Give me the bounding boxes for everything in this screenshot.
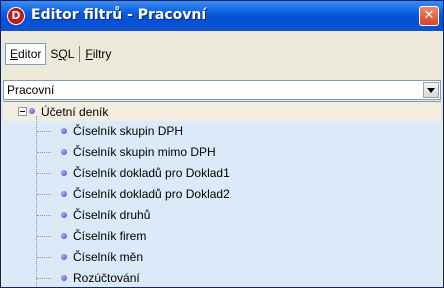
tree-node[interactable]: Rozúčtování	[73, 268, 140, 287]
title-bar[interactable]: D Editor filtrů - Pracovní ✕	[1, 1, 443, 31]
tree-node-label: Rozúčtování	[73, 271, 140, 285]
window-title: Editor filtrů - Pracovní	[31, 7, 207, 23]
tree-node[interactable]: Číselník skupin DPH	[73, 121, 183, 141]
tree-node-label: Číselník firem	[73, 229, 147, 243]
tree-branch-line	[37, 173, 51, 174]
tree-node-label: Číselník druhů	[73, 208, 151, 222]
tree-node-label: Číselník dokladů pro Doklad1	[73, 166, 230, 180]
tree-node[interactable]: Číselník dokladů pro Doklad2	[73, 184, 230, 204]
node-bullet-icon	[61, 191, 67, 197]
tree-branch-line	[37, 152, 51, 153]
dropdown-arrow-icon[interactable]	[423, 82, 439, 98]
close-button[interactable]: ✕	[419, 6, 439, 26]
node-bullet-icon	[61, 149, 67, 155]
tab-bar: Editor SQL Filtry	[5, 42, 115, 66]
tree-node[interactable]: Číselník skupin mimo DPH	[73, 142, 216, 162]
tab-sql[interactable]: SQL	[46, 43, 78, 65]
tree-branch-line	[37, 257, 51, 258]
node-bullet-icon	[61, 254, 67, 260]
tree-branch-line	[37, 215, 51, 216]
collapse-icon[interactable]	[18, 107, 27, 116]
tree-node[interactable]: Číselník druhů	[73, 205, 150, 225]
tab-editor-accesskey: E	[10, 47, 19, 61]
filter-tree: Účetní deník Číselník skupin DPH Číselní…	[3, 101, 441, 287]
tree-node-label: Číselník měn	[73, 250, 144, 264]
node-bullet-icon	[61, 233, 67, 239]
app-icon: D	[7, 7, 25, 25]
tab-sql-label-post: L	[67, 47, 75, 61]
tab-filtry-accesskey: F	[85, 47, 93, 61]
tree-branch-line	[37, 194, 51, 195]
tab-filtry[interactable]: Filtry	[81, 43, 115, 65]
tab-editor[interactable]: Editor	[5, 43, 47, 65]
tab-separator	[79, 46, 81, 62]
node-bullet-icon	[61, 275, 67, 281]
tree-node-label: Číselník dokladů pro Doklad2	[73, 187, 230, 201]
tree-branch-line	[37, 236, 51, 237]
filter-select-value: Pracovní	[7, 83, 55, 97]
tree-root-label: Účetní deník	[41, 105, 109, 119]
tree-node[interactable]: Číselník dokladů pro Doklad1	[73, 163, 230, 183]
tab-filtry-label: iltry	[92, 47, 112, 61]
node-bullet-icon	[61, 170, 67, 176]
editor-filtru-window: D Editor filtrů - Pracovní ✕ Editor SQL …	[0, 0, 444, 288]
tree-node-label: Číselník skupin DPH	[73, 124, 184, 138]
node-bullet-icon	[29, 108, 35, 114]
filter-select[interactable]: Pracovní	[3, 80, 441, 100]
tree-branch-line	[37, 131, 51, 132]
tree-branch-line	[37, 278, 51, 279]
node-bullet-icon	[61, 212, 67, 218]
tree-node[interactable]: Číselník firem	[73, 226, 146, 246]
node-bullet-icon	[61, 128, 67, 134]
tree-node-label: Číselník skupin mimo DPH	[73, 145, 216, 159]
tree-root-node[interactable]: Účetní deník	[41, 102, 108, 122]
tree-node[interactable]: Číselník měn	[73, 247, 143, 267]
tab-sql-label-pre: S	[50, 47, 59, 61]
tab-sql-accesskey: Q	[58, 47, 68, 61]
tree-guide-line	[36, 116, 37, 287]
tab-editor-label: ditor	[18, 47, 42, 61]
